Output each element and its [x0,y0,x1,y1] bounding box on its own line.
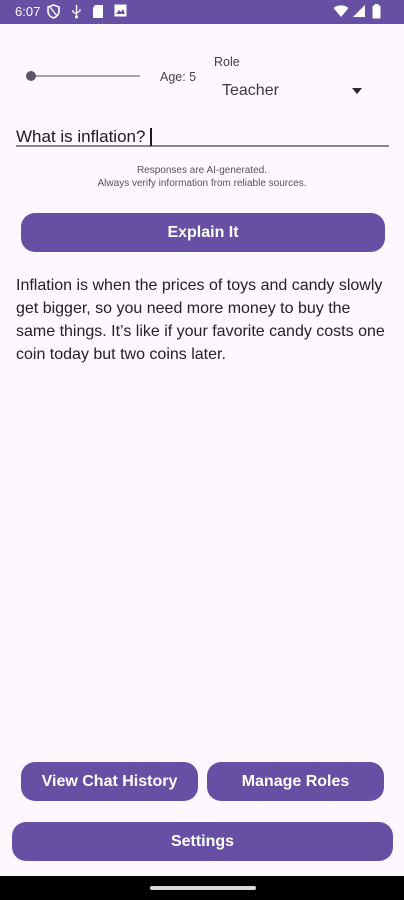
age-slider[interactable] [26,68,140,84]
age-label: Age: 5 [160,70,197,84]
status-time: 6:07 [15,4,41,19]
wifi-icon [333,5,349,17]
navigation-bar [0,876,404,900]
status-bar: 6:07 [0,0,404,24]
slider-thumb[interactable] [26,71,36,81]
role-caption: Role [214,55,240,69]
explain-it-button[interactable]: Explain It [21,213,385,252]
role-dropdown[interactable]: Teacher [218,78,366,106]
signal-icon [353,5,365,17]
app-screen: 6:07 Age: 5 Role Teacher What is inflati… [0,0,404,900]
response-text: Inflation is when the prices of toys and… [16,277,385,363]
home-gesture-handle[interactable] [150,886,256,890]
shield-icon [47,4,60,19]
sd-card-icon [93,5,103,18]
image-icon [114,4,127,17]
ai-disclaimer: Responses are AI-generated. Always verif… [0,164,404,190]
manage-roles-button[interactable]: Manage Roles [207,762,384,801]
dropdown-arrow-icon [352,88,362,94]
disclaimer-line-1: Responses are AI-generated. [136,165,268,176]
text-cursor [150,128,152,146]
disclaimer-line-2: Always verify information from reliable … [97,178,307,189]
settings-button[interactable]: Settings [12,822,393,861]
input-underline [16,145,389,147]
view-chat-history-button[interactable]: View Chat History [21,762,198,801]
role-selected-value: Teacher [222,82,279,99]
battery-icon [372,4,381,19]
slider-track [30,75,140,77]
usb-icon [72,5,81,19]
